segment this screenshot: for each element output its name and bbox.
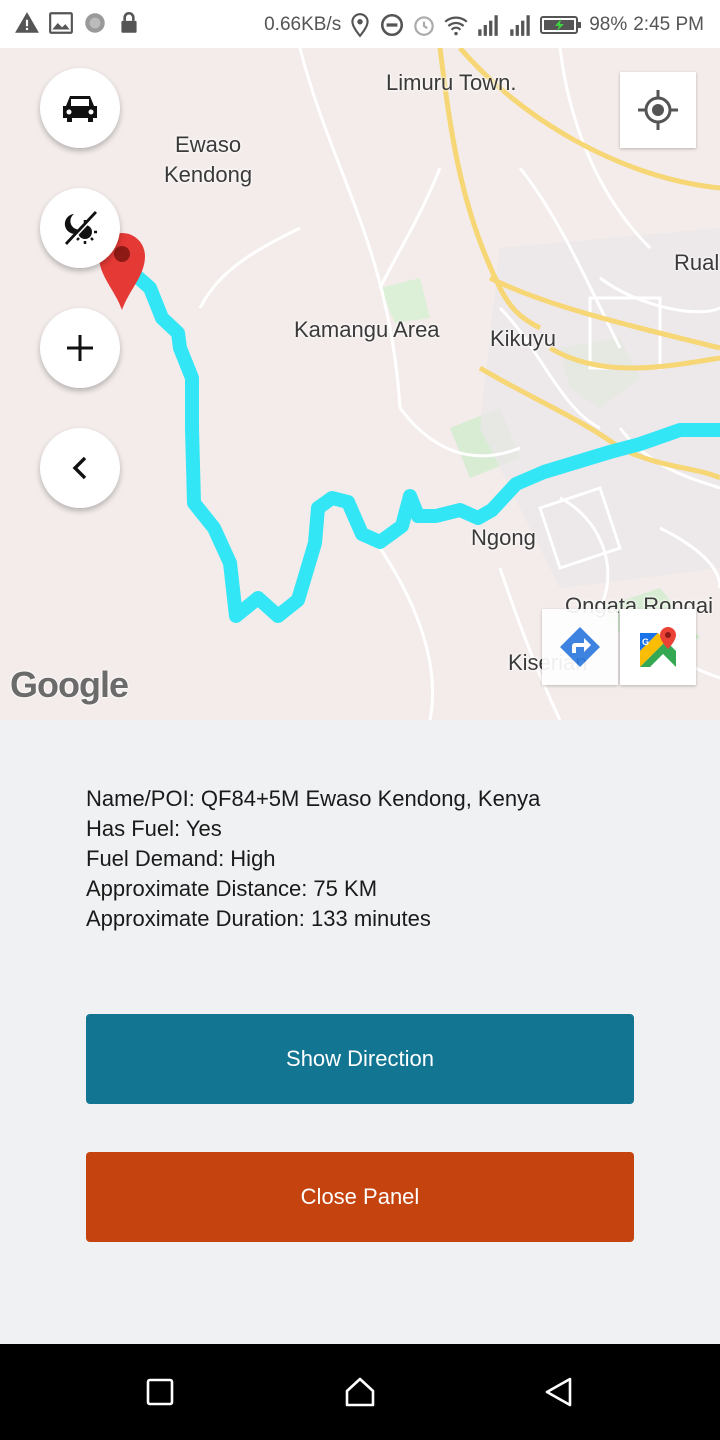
status-bar: 0.66KB/s 98% 2:45 PM bbox=[0, 0, 720, 48]
location-icon bbox=[351, 13, 369, 38]
battery-icon bbox=[540, 16, 582, 34]
day-night-toggle-button[interactable] bbox=[40, 188, 120, 268]
poi-distance: Approximate Distance: 75 KM bbox=[86, 876, 378, 901]
poi-duration: Approximate Duration: 133 minutes bbox=[86, 906, 431, 931]
label-ngong: Ngong bbox=[471, 525, 536, 550]
back-button[interactable] bbox=[538, 1372, 578, 1412]
wifi-icon bbox=[444, 16, 468, 36]
svg-text:G: G bbox=[642, 637, 649, 647]
collapse-menu-button[interactable] bbox=[40, 428, 120, 508]
poi-details: Name/POI: QF84+5M Ewaso Kendong, Kenya H… bbox=[86, 784, 646, 934]
directions-icon bbox=[560, 627, 600, 667]
lock-icon bbox=[121, 11, 137, 33]
poi-has-fuel: Has Fuel: Yes bbox=[86, 816, 222, 841]
battery-percent: 98% bbox=[589, 14, 628, 35]
signal-2-icon bbox=[510, 15, 530, 36]
car-icon bbox=[63, 96, 97, 122]
network-speed: 0.66KB/s bbox=[264, 14, 342, 35]
google-maps-icon: G bbox=[640, 627, 676, 667]
app-screen: 0.66KB/s 98% 2:45 PM Limuru Town. Ewaso … bbox=[0, 0, 720, 1440]
status-left-icons bbox=[14, 10, 142, 36]
dnd-icon bbox=[381, 13, 404, 37]
label-limuru: Limuru Town. bbox=[386, 70, 517, 95]
label-kikuyu: Kikuyu bbox=[490, 326, 557, 351]
label-ewaso: Ewaso Kendong bbox=[164, 132, 253, 187]
system-nav-bar bbox=[0, 1344, 720, 1440]
close-panel-button[interactable]: Close Panel bbox=[86, 1152, 634, 1242]
alarm-icon bbox=[414, 16, 434, 36]
signal-icon bbox=[478, 15, 498, 36]
show-direction-button[interactable]: Show Direction bbox=[86, 1014, 634, 1104]
zoom-in-button[interactable] bbox=[40, 308, 120, 388]
warning-icon bbox=[15, 12, 39, 33]
label-kamangu: Kamangu Area bbox=[294, 317, 440, 342]
google-logo: Google bbox=[10, 664, 129, 705]
my-location-button[interactable] bbox=[620, 72, 696, 148]
vehicle-mode-button[interactable] bbox=[40, 68, 120, 148]
home-icon bbox=[345, 1377, 375, 1407]
square-icon bbox=[146, 1378, 174, 1406]
poi-fuel-demand: Fuel Demand: High bbox=[86, 846, 276, 871]
directions-button[interactable] bbox=[542, 609, 618, 685]
my-location-icon bbox=[638, 90, 678, 130]
poi-name: Name/POI: QF84+5M Ewaso Kendong, Kenya bbox=[86, 786, 541, 811]
sync-icon bbox=[85, 13, 105, 33]
chevron-left-icon bbox=[72, 456, 87, 480]
status-right: 0.66KB/s 98% 2:45 PM bbox=[264, 12, 704, 38]
open-google-maps-button[interactable]: G bbox=[620, 609, 696, 685]
plus-icon bbox=[67, 335, 93, 361]
map-view[interactable]: Limuru Town. Ewaso Kendong Rual Kamangu A… bbox=[0, 48, 720, 720]
clock: 2:45 PM bbox=[633, 14, 704, 35]
recents-button[interactable] bbox=[140, 1372, 180, 1412]
day-night-icon bbox=[64, 210, 99, 246]
image-icon bbox=[49, 12, 73, 34]
home-button[interactable] bbox=[340, 1372, 380, 1412]
back-triangle-icon bbox=[545, 1377, 572, 1407]
label-rual: Rual bbox=[674, 250, 720, 275]
